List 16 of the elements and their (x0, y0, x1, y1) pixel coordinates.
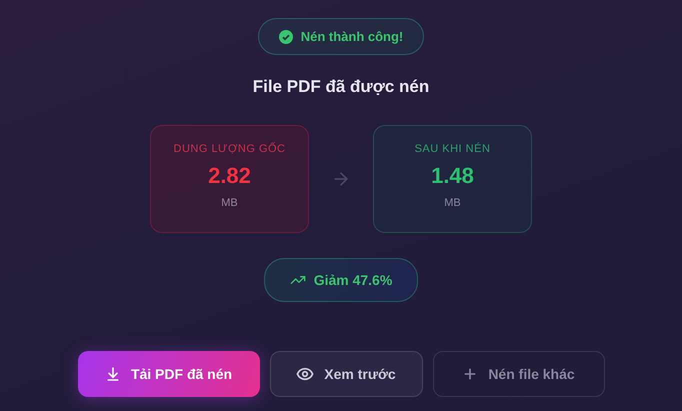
success-badge: Nén thành công! (258, 18, 424, 55)
eye-icon (296, 365, 314, 383)
download-button[interactable]: Tải PDF đã nén (78, 351, 260, 397)
preview-button[interactable]: Xem trước (270, 351, 422, 397)
check-circle-icon (278, 30, 293, 44)
size-unit: MB (444, 197, 461, 209)
size-value: 1.48 (431, 163, 474, 189)
result-title: File PDF đã được nén (252, 77, 430, 97)
download-icon (104, 366, 121, 382)
size-unit: MB (221, 197, 238, 209)
size-label: DUNG LƯỢNG GỐC (174, 143, 286, 155)
reduction-badge: Giảm 47.6% (264, 258, 418, 302)
new-file-button[interactable]: Nén file khác (432, 351, 604, 397)
size-label: SAU KHI NÉN (414, 143, 490, 155)
size-value: 2.82 (208, 163, 251, 189)
plus-icon (462, 366, 478, 382)
